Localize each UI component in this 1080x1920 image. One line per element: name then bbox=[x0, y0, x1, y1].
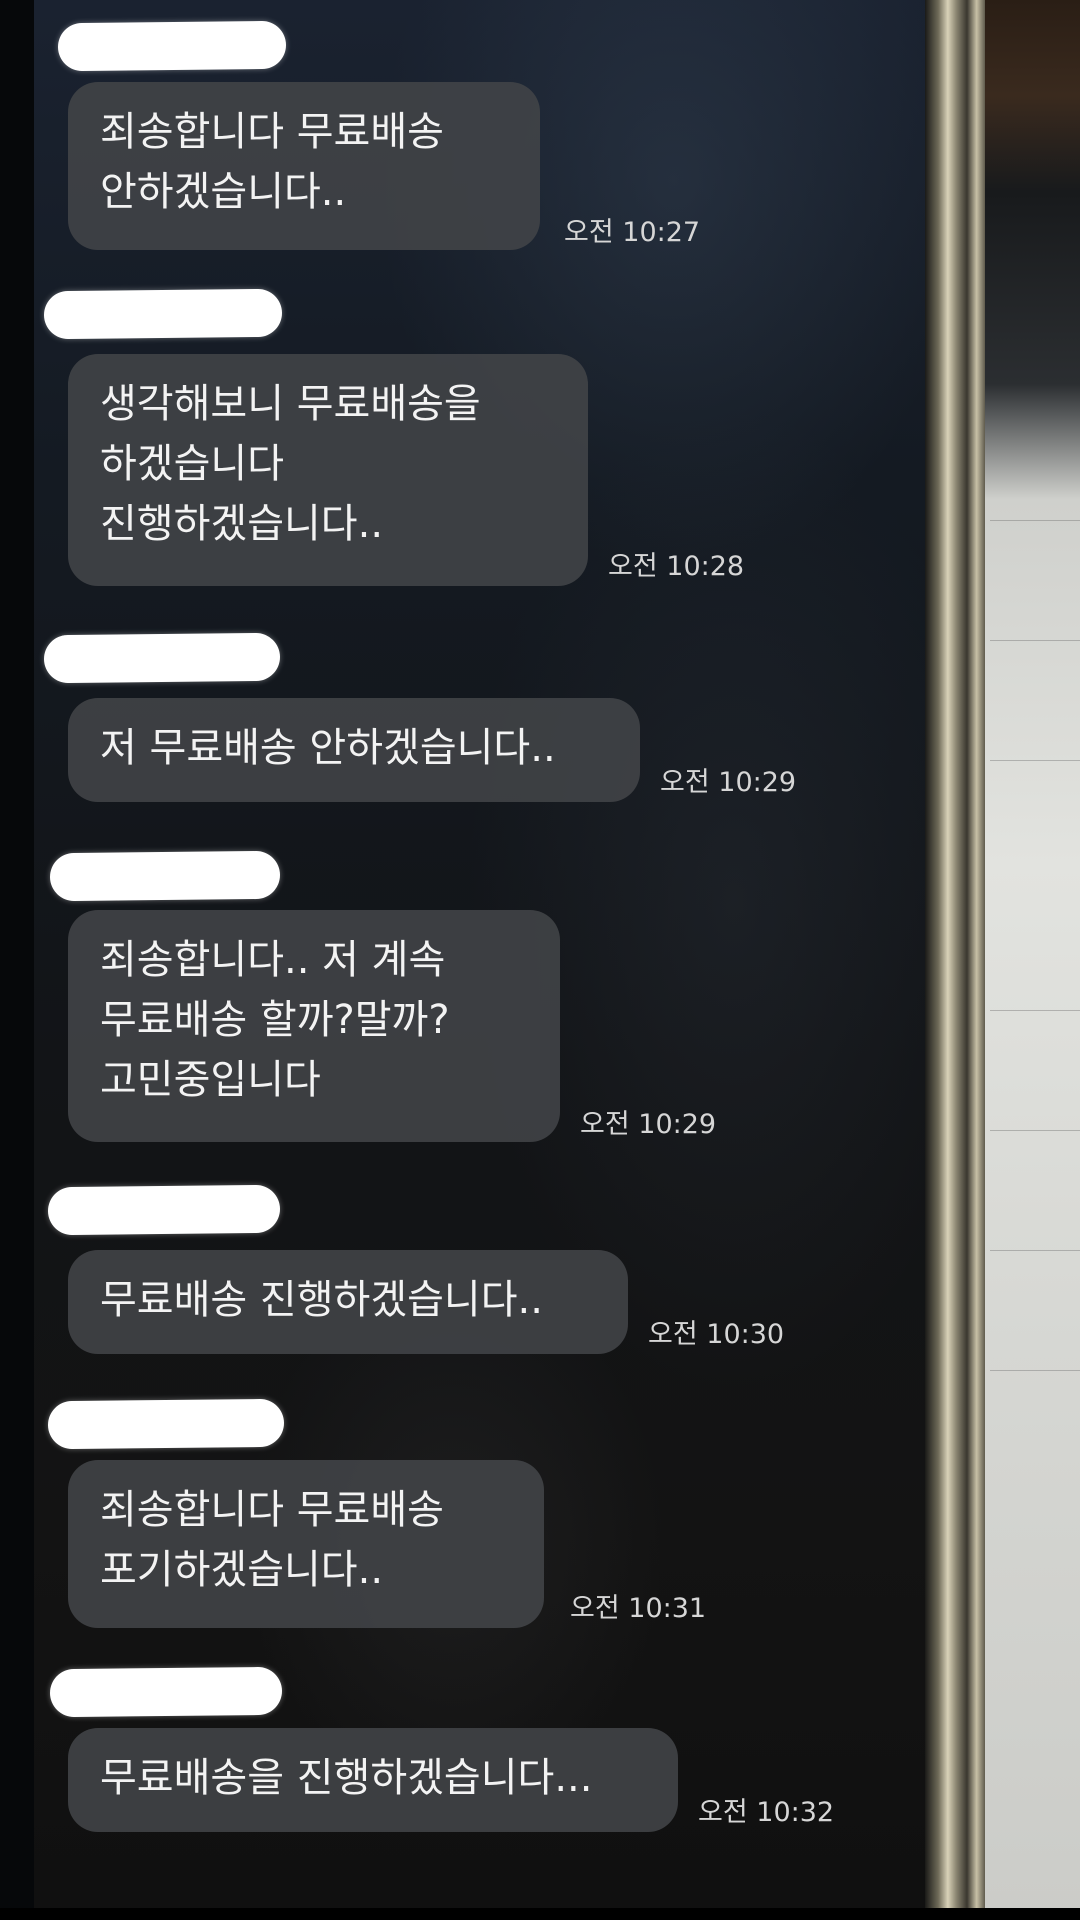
message-bubble[interactable]: 죄송합니다.. 저 계속 무료배송 할까?말까? 고민중입니다 bbox=[68, 910, 560, 1142]
redacted-sender-name bbox=[49, 1666, 283, 1718]
redacted-sender-name bbox=[47, 1398, 285, 1450]
desk-line bbox=[990, 1130, 1080, 1131]
bottom-edge bbox=[0, 1908, 1080, 1920]
photo-frame: 죄송합니다 무료배송 안하겠습니다.. 오전 10:27 생각해보니 무료배송을… bbox=[0, 0, 1080, 1920]
phone-bezel bbox=[925, 0, 985, 1920]
redacted-sender-name bbox=[49, 850, 281, 902]
desk-line bbox=[990, 1370, 1080, 1371]
message-time: 오전 10:28 bbox=[608, 551, 745, 582]
message-time: 오전 10:31 bbox=[570, 1593, 707, 1624]
message-time: 오전 10:29 bbox=[660, 767, 797, 798]
message-bubble[interactable]: 죄송합니다 무료배송 포기하겠습니다.. bbox=[68, 1460, 544, 1628]
desk-line bbox=[990, 760, 1080, 761]
desk-line bbox=[990, 640, 1080, 641]
message-time: 오전 10:29 bbox=[580, 1109, 717, 1140]
message-time: 오전 10:30 bbox=[648, 1319, 785, 1350]
redacted-sender-name bbox=[57, 20, 287, 72]
redacted-sender-name bbox=[47, 1184, 281, 1236]
desk-line bbox=[990, 1010, 1080, 1011]
background-desk bbox=[985, 0, 1080, 1920]
desk-line bbox=[990, 1250, 1080, 1251]
message-bubble[interactable]: 무료배송을 진행하겠습니다... bbox=[68, 1728, 678, 1832]
message-time: 오전 10:27 bbox=[564, 217, 701, 248]
redacted-sender-name bbox=[43, 632, 281, 684]
message-time: 오전 10:32 bbox=[698, 1797, 835, 1828]
redacted-sender-name bbox=[43, 288, 283, 340]
message-bubble[interactable]: 저 무료배송 안하겠습니다.. bbox=[68, 698, 640, 802]
message-bubble[interactable]: 무료배송 진행하겠습니다.. bbox=[68, 1250, 628, 1354]
message-bubble[interactable]: 죄송합니다 무료배송 안하겠습니다.. bbox=[68, 82, 540, 250]
message-bubble[interactable]: 생각해보니 무료배송을 하겠습니다 진행하겠습니다.. bbox=[68, 354, 588, 586]
desk-line bbox=[990, 520, 1080, 521]
